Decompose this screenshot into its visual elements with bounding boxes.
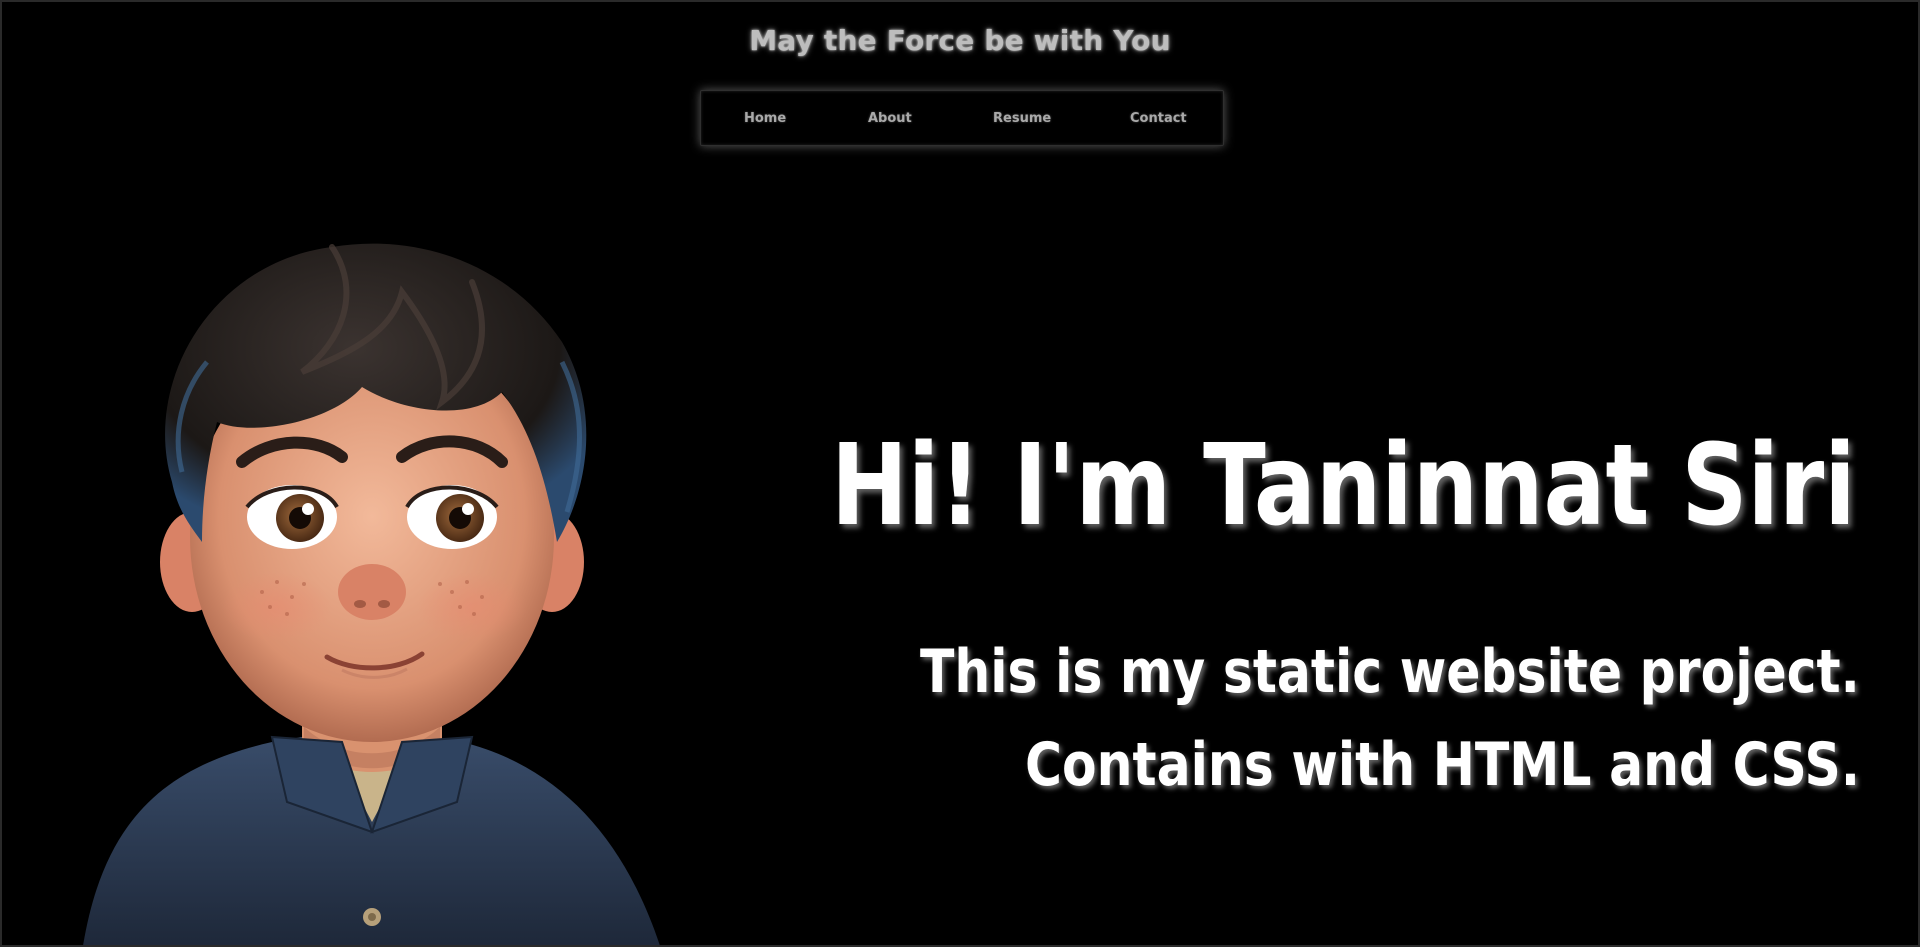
hero-heading: Hi! I'm Taninnat Siri (831, 421, 1856, 551)
avatar-illustration (83, 243, 660, 945)
nav-about-link[interactable]: About (868, 91, 912, 147)
hero-subtitle-line-1: This is my static website project. (920, 637, 1860, 707)
hero-subtitle-line-2: Contains with HTML and CSS. (1025, 730, 1860, 800)
main-nav: Home About Resume Contact (700, 90, 1224, 146)
page: May the Force be with You Home About Res… (0, 0, 1920, 947)
nav-resume-link[interactable]: Resume (993, 91, 1051, 147)
nav-home-link[interactable]: Home (744, 91, 786, 147)
nav-contact-link[interactable]: Contact (1130, 91, 1187, 147)
site-title: May the Force be with You (749, 24, 1171, 57)
